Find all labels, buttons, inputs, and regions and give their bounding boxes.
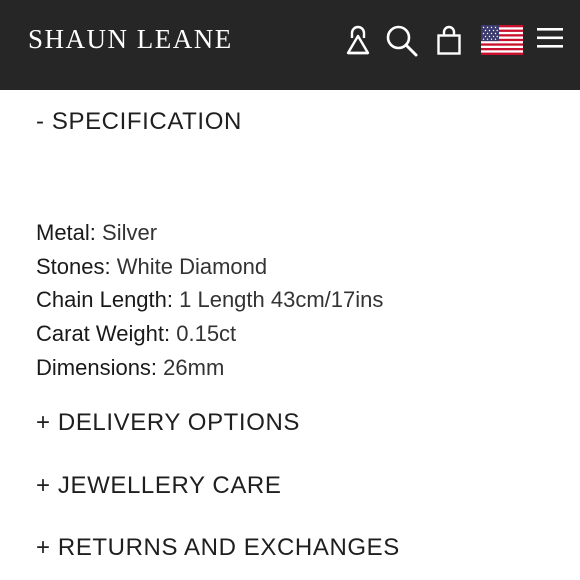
account-lock-icon[interactable] <box>344 24 372 56</box>
spec-label: Metal: <box>36 220 96 245</box>
spec-row-chain-length: Chain Length: 1 Length 43cm/17ins <box>36 283 383 317</box>
specification-list: Metal: Silver Stones: White Diamond Chai… <box>36 216 383 384</box>
specification-toggle[interactable]: - SPECIFICATION <box>36 108 242 136</box>
spec-value: 0.15ct <box>176 321 237 347</box>
spec-row-dimensions: Dimensions: 26mm <box>36 351 383 385</box>
jewellery-care-toggle[interactable]: + JEWELLERY CARE <box>36 472 281 500</box>
spec-row-carat-weight: Carat Weight: 0.15ct <box>36 317 383 351</box>
spec-label: Dimensions: <box>36 354 158 380</box>
spec-label: Stones: <box>36 253 111 279</box>
spec-value: White Diamond <box>116 253 268 279</box>
brand-logo[interactable]: SHAUN LEANE <box>28 24 233 55</box>
spec-row-metal: Metal: Silver <box>36 216 383 250</box>
bag-icon[interactable] <box>436 24 462 56</box>
menu-icon[interactable] <box>537 26 563 50</box>
spec-value: 1 Length 43cm/17ins <box>179 287 384 313</box>
spec-value: 26mm <box>163 354 225 380</box>
site-header: SHAUN LEANE <box>0 0 580 90</box>
search-icon[interactable] <box>385 24 419 58</box>
returns-exchanges-toggle[interactable]: + RETURNS AND EXCHANGES <box>36 534 400 562</box>
spec-label: Carat Weight: <box>36 321 171 347</box>
spec-value: Silver <box>102 220 158 245</box>
us-flag-icon[interactable] <box>481 25 523 55</box>
spec-label: Chain Length: <box>36 287 173 313</box>
delivery-options-toggle[interactable]: + DELIVERY OPTIONS <box>36 409 300 437</box>
spec-row-stones: Stones: White Diamond <box>36 250 383 284</box>
